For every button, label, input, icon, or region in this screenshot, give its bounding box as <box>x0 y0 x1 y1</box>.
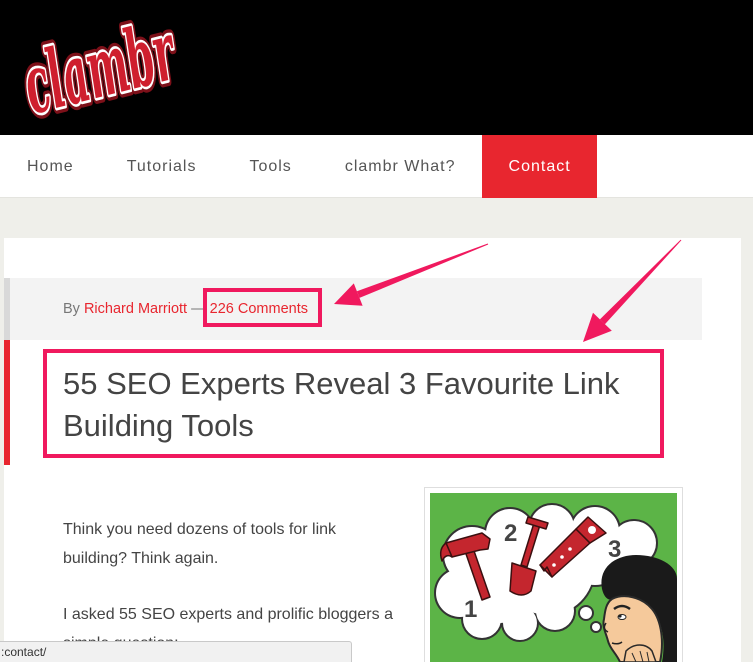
thinking-man <box>601 555 677 662</box>
logo-text: clambr <box>18 8 187 128</box>
nav-item-tools[interactable]: Tools <box>222 135 317 198</box>
number-1-label: 1 <box>464 596 477 623</box>
nav-item-clambr-what[interactable]: clambr What? <box>318 135 482 198</box>
number-2-label: 2 <box>504 520 517 547</box>
annotation-box-title <box>43 349 664 458</box>
annotation-box-comments <box>203 288 322 327</box>
status-bar-url: :contact/ <box>1 645 47 659</box>
byline-prefix: By <box>63 301 80 317</box>
logo-graphic: clambr clambr <box>18 8 192 128</box>
nav-item-tutorials[interactable]: Tutorials <box>100 135 223 198</box>
nav-item-contact[interactable]: Contact <box>481 135 597 198</box>
main-nav: Home Tutorials Tools clambr What? Contac… <box>0 135 753 198</box>
status-bar: :contact/ <box>0 641 352 662</box>
title-accent-bar <box>4 340 10 465</box>
featured-illustration: 1 2 3 <box>430 493 677 662</box>
nav-item-home[interactable]: Home <box>0 135 100 198</box>
page: clambr clambr Home Tutorials Tools clamb… <box>0 0 753 662</box>
site-logo[interactable]: clambr clambr <box>18 8 198 128</box>
post-body: Think you need dozens of tools for link … <box>63 515 400 662</box>
post-paragraph: Think you need dozens of tools for link … <box>63 521 337 567</box>
featured-image: 1 2 3 <box>424 487 683 662</box>
site-header: clambr clambr <box>0 0 753 135</box>
author-link[interactable]: Richard Marriott <box>84 301 187 317</box>
